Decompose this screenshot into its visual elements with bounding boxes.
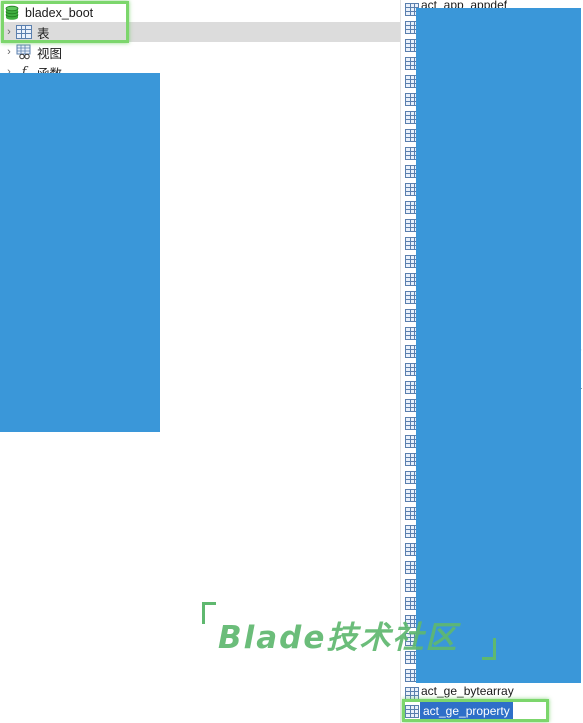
table-icon [405, 705, 419, 718]
tree-item-tables[interactable]: › 表 [2, 22, 400, 42]
view-icon [16, 44, 31, 60]
tree-item-label: 视图 [37, 46, 63, 61]
table-icon [16, 25, 32, 39]
table-list: act_app_appdef ggelelottslelautic act_ge… [400, 0, 583, 723]
database-icon [5, 5, 19, 20]
table-list-item-selected[interactable]: act_ge_property [420, 702, 513, 720]
redaction-block [0, 73, 160, 432]
table-list-item[interactable]: act_ge_bytearray [421, 682, 514, 700]
chevron-right-icon[interactable]: › [2, 22, 16, 42]
redaction-block [416, 8, 581, 683]
tree-item-views[interactable]: › 视图 [2, 42, 62, 62]
chevron-right-icon[interactable]: › [2, 42, 16, 62]
table-icon [405, 687, 419, 700]
object-tree: bladex_boot › 表 › 视图 › f 函数 [0, 0, 400, 723]
tree-item-label: 表 [37, 26, 50, 41]
database-label: bladex_boot [25, 6, 94, 20]
tree-item-database[interactable]: bladex_boot [4, 3, 93, 23]
